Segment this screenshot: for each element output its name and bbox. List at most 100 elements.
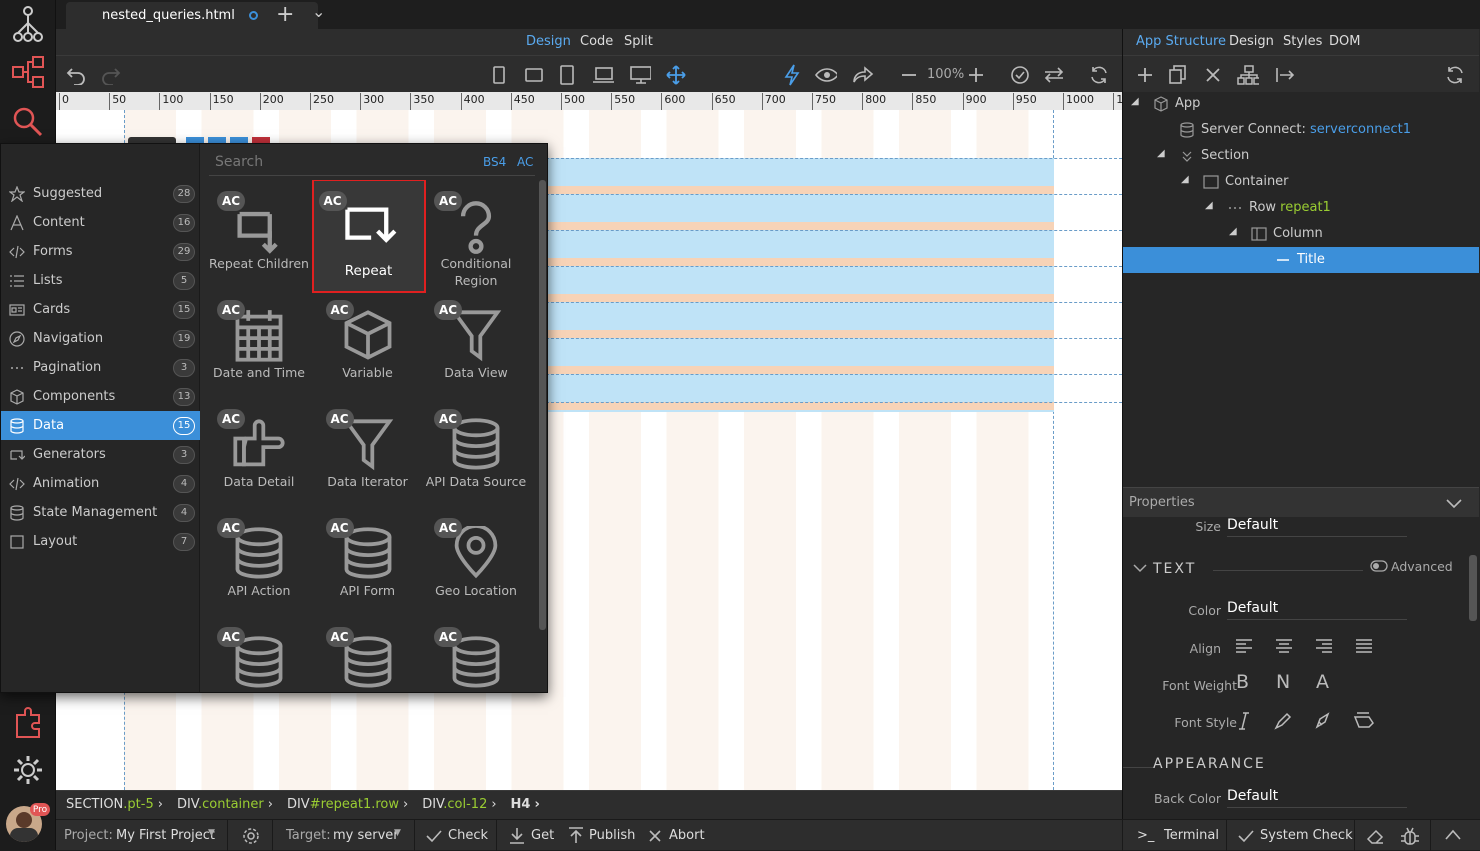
rocket-icon[interactable] [1313, 711, 1333, 731]
check-button[interactable]: Check [448, 828, 488, 843]
copy-icon[interactable] [1167, 64, 1189, 86]
tree-node-server-connect[interactable]: Server Connect: serverconnect1 [1123, 117, 1479, 143]
category-components[interactable]: Components 13 [1, 382, 200, 411]
component-geo-location[interactable]: AC Geo Location [422, 506, 530, 624]
component-variable[interactable]: AC Variable [314, 288, 422, 406]
component-repeat-children[interactable]: AC Repeat Children [205, 180, 313, 297]
bs4-filter[interactable]: BS4 [483, 155, 506, 169]
font-weight-auto[interactable]: A [1316, 671, 1329, 693]
add-icon[interactable] [1134, 64, 1156, 86]
breadcrumb-item[interactable]: SECTION.pt-5 › [66, 797, 163, 812]
component-data-iterator[interactable]: AC Data Iterator [314, 397, 422, 515]
size-value[interactable]: Default [1227, 517, 1407, 537]
terminal-button[interactable]: Terminal [1164, 828, 1219, 843]
font-weight-normal[interactable]: N [1276, 671, 1290, 693]
properties-header[interactable]: Properties [1123, 487, 1479, 517]
color-value[interactable]: Default [1227, 600, 1407, 620]
component-item[interactable]: AC [422, 615, 530, 692]
target-dropdown-icon[interactable]: ▼ [394, 828, 401, 838]
project-select[interactable]: My First Project [116, 828, 215, 843]
tab-app-structure[interactable]: App Structure [1136, 34, 1226, 49]
get-button[interactable]: Get [531, 828, 554, 843]
desktop-view-icon[interactable] [629, 64, 651, 86]
redo-icon[interactable] [100, 64, 122, 86]
search-input[interactable]: Search [215, 154, 263, 170]
properties-scrollbar[interactable] [1469, 555, 1477, 621]
category-suggested[interactable]: Suggested 28 [1, 179, 200, 208]
component-data-view[interactable]: AC Data View [422, 288, 530, 406]
component-data-detail[interactable]: AC Data Detail [205, 397, 313, 515]
breadcrumb-item[interactable]: DIV#repeat1.row › [287, 797, 408, 812]
bug-icon[interactable] [1400, 826, 1420, 846]
align-justify-icon[interactable] [1355, 638, 1373, 654]
advanced-toggle-label[interactable]: Advanced [1391, 559, 1453, 574]
tree-node-title[interactable]: Title [1123, 247, 1479, 273]
component-item[interactable]: AC [314, 615, 422, 692]
expand-toggle-icon[interactable]: ◢ [1181, 174, 1189, 185]
delete-icon[interactable] [1202, 64, 1224, 86]
category-pagination[interactable]: Pagination 3 [1, 353, 200, 382]
expand-toggle-icon[interactable]: ◢ [1205, 200, 1213, 211]
mobile-landscape-icon[interactable] [523, 64, 545, 86]
tab-dom[interactable]: DOM [1329, 34, 1360, 49]
system-check-button[interactable]: System Check [1260, 828, 1353, 843]
breadcrumb-item[interactable]: H4 › [511, 797, 540, 812]
tree-node-section[interactable]: ◢ Section [1123, 143, 1479, 169]
search-icon[interactable] [6, 100, 50, 144]
component-api-data-source[interactable]: AC API Data Source [422, 397, 530, 515]
move-to-icon[interactable] [1274, 64, 1296, 86]
hierarchy-icon[interactable] [1237, 64, 1259, 86]
align-center-icon[interactable] [1275, 638, 1293, 654]
popup-scrollbar[interactable] [539, 180, 546, 630]
tab-code[interactable]: Code [580, 34, 613, 49]
chevron-up-icon[interactable] [1444, 828, 1462, 842]
back-color-value[interactable]: Default [1227, 788, 1407, 808]
tablet-view-icon[interactable] [556, 64, 578, 86]
component-api-form[interactable]: AC API Form [314, 506, 422, 624]
category-state-management[interactable]: State Management 4 [1, 498, 200, 527]
undo-icon[interactable] [65, 64, 87, 86]
highlighter-icon[interactable] [1273, 711, 1293, 731]
component-item[interactable]: AC [205, 615, 313, 692]
expand-toggle-icon[interactable]: ◢ [1229, 226, 1237, 237]
lightning-icon[interactable] [781, 64, 803, 86]
toggle-icon[interactable] [1370, 560, 1388, 572]
tab-split[interactable]: Split [624, 34, 653, 49]
tab-design[interactable]: Design [526, 34, 571, 49]
tab-styles[interactable]: Styles [1283, 34, 1322, 49]
refresh-structure-icon[interactable] [1444, 64, 1466, 86]
breadcrumb-item[interactable]: DIV.col-12 › [422, 797, 496, 812]
project-dropdown-icon[interactable]: ▼ [208, 828, 215, 838]
component-date-and-time[interactable]: AC Date and Time [205, 288, 313, 406]
category-data[interactable]: Data 15 [1, 411, 200, 440]
category-layout[interactable]: Layout 7 [1, 527, 200, 556]
component-repeat[interactable]: AC Repeat [311, 180, 426, 293]
laptop-view-icon[interactable] [592, 64, 614, 86]
fluid-view-icon[interactable] [665, 64, 687, 86]
mobile-view-icon[interactable] [488, 64, 510, 86]
tree-node-row[interactable]: ◢ Row repeat1 [1123, 195, 1479, 221]
align-left-icon[interactable] [1235, 638, 1253, 654]
category-generators[interactable]: Generators 3 [1, 440, 200, 469]
tree-node-container[interactable]: ◢ Container [1123, 169, 1479, 195]
collapse-icon[interactable] [1133, 563, 1147, 573]
refresh-icon[interactable] [1088, 64, 1110, 86]
publish-button[interactable]: Publish [589, 828, 635, 843]
expand-toggle-icon[interactable]: ◢ [1131, 96, 1139, 107]
category-lists[interactable]: Lists 5 [1, 266, 200, 295]
breadcrumb-item[interactable]: DIV.container › [177, 797, 273, 812]
zoom-out-icon[interactable] [898, 64, 920, 86]
tab-menu-button[interactable]: ⌄ [312, 2, 325, 21]
eraser-clear-icon[interactable] [1365, 826, 1385, 846]
category-forms[interactable]: Forms 29 [1, 237, 200, 266]
category-cards[interactable]: Cards 15 [1, 295, 200, 324]
align-right-icon[interactable] [1315, 638, 1333, 654]
category-content[interactable]: Content 16 [1, 208, 200, 237]
workflow-icon[interactable] [6, 50, 50, 94]
eraser-icon[interactable] [1353, 711, 1375, 731]
share-icon[interactable] [852, 64, 874, 86]
preview-eye-icon[interactable] [815, 64, 837, 86]
zoom-in-icon[interactable] [965, 64, 987, 86]
category-animation[interactable]: Animation 4 [1, 469, 200, 498]
app-structure-icon[interactable] [6, 2, 50, 46]
